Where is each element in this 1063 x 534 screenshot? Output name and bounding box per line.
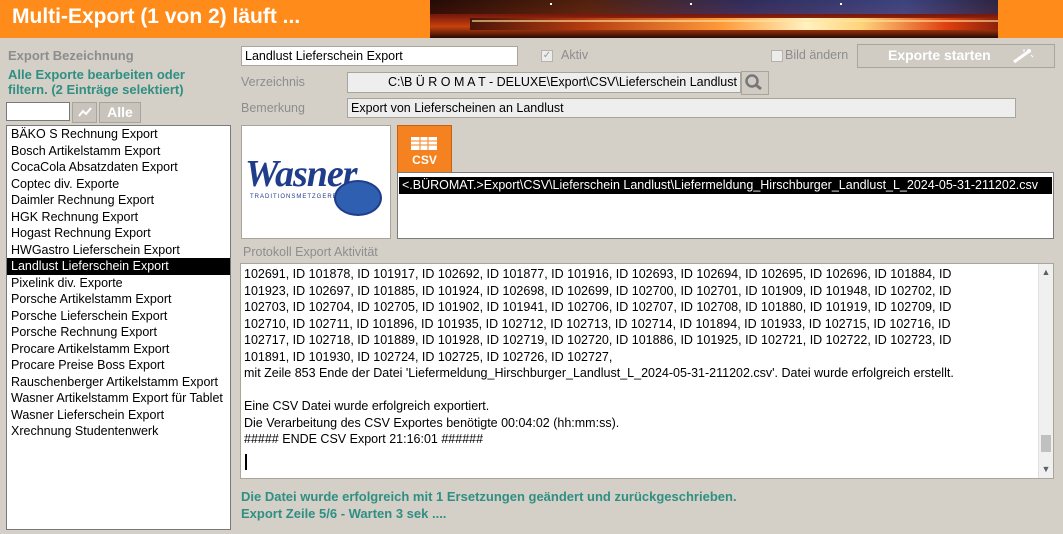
banner-line bbox=[472, 20, 1028, 22]
csv-icon-label: CSV bbox=[412, 153, 437, 167]
export-list-item[interactable]: Pixelink div. Exporte bbox=[7, 275, 230, 292]
export-list-item[interactable]: Hogast Rechnung Export bbox=[7, 225, 230, 242]
logo-seal-icon bbox=[334, 180, 382, 216]
export-list-item[interactable]: Bosch Artikelstamm Export bbox=[7, 143, 230, 160]
banner-spark bbox=[690, 3, 692, 5]
aktiv-label: Aktiv bbox=[561, 48, 589, 62]
export-list-item[interactable]: HWGastro Lieferschein Export bbox=[7, 242, 230, 259]
export-list-item[interactable]: Rauschenberger Artikelstamm Export bbox=[7, 374, 230, 391]
alle-button[interactable]: Alle bbox=[99, 102, 141, 123]
export-list-item[interactable]: Porsche Lieferschein Export bbox=[7, 308, 230, 325]
window-title: Multi-Export (1 von 2) läuft ... bbox=[12, 5, 301, 28]
export-note: Alle Exporte bearbeiten oder filtern. (2… bbox=[8, 67, 185, 97]
bild-label: Bild ändern bbox=[785, 48, 849, 62]
search-icon bbox=[745, 74, 762, 91]
text-cursor bbox=[245, 454, 247, 470]
export-list-item[interactable]: Daimler Rechnung Export bbox=[7, 192, 230, 209]
export-list-item[interactable]: CocaCola Absatzdaten Export bbox=[7, 159, 230, 176]
bild-checkbox[interactable] bbox=[771, 50, 783, 62]
banner-spark bbox=[840, 3, 842, 5]
export-list-item[interactable]: Landlust Lieferschein Export bbox=[7, 258, 230, 275]
scroll-down-icon[interactable]: ▼ bbox=[1039, 462, 1053, 476]
export-list-item[interactable]: Coptec div. Exporte bbox=[7, 176, 230, 193]
export-list-item[interactable]: BÄKO S Rechnung Export bbox=[7, 126, 230, 143]
status-line-1: Die Datei wurde erfolgreich mit 1 Ersetz… bbox=[241, 489, 737, 504]
protocol-scrollbar[interactable]: ▲ ▼ bbox=[1038, 264, 1053, 478]
banner-right-edge bbox=[998, 0, 1063, 38]
export-file-list[interactable]: <.BÜROMAT.>Export\CSV\Lieferschein Landl… bbox=[397, 172, 1054, 239]
export-list-item[interactable]: Xrechnung Studentenwerk bbox=[7, 423, 230, 440]
banner-image bbox=[430, 0, 1063, 38]
csv-file-icon[interactable]: CSV bbox=[397, 125, 452, 174]
chart-icon bbox=[77, 107, 92, 117]
exporte-starten-label: Exporte starten bbox=[888, 47, 991, 63]
magic-wand-icon bbox=[1013, 49, 1034, 64]
export-list-item[interactable]: Wasner Artikelstamm Export für Tablet bbox=[7, 390, 230, 407]
logo-subtitle: TRADITIONSMETZGEREI bbox=[250, 194, 341, 200]
export-file-entry[interactable]: <.BÜROMAT.>Export\CSV\Lieferschein Landl… bbox=[399, 177, 1052, 194]
export-list-item[interactable]: Procare Artikelstamm Export bbox=[7, 341, 230, 358]
export-image[interactable]: Wasner TRADITIONSMETZGEREI bbox=[241, 125, 391, 239]
protocol-text: 102691, ID 101878, ID 101917, ID 102692,… bbox=[244, 267, 954, 446]
verzeichnis-field[interactable]: C:\B Ü R O M A T - DELUXE\Export\CSV\Lie… bbox=[347, 72, 741, 93]
filter-input[interactable] bbox=[6, 102, 70, 121]
filter-button[interactable] bbox=[72, 102, 97, 123]
export-list-item[interactable]: Porsche Rechnung Export bbox=[7, 324, 230, 341]
protocol-label: Protokoll Export Aktivität bbox=[243, 245, 378, 259]
export-list-item[interactable]: Wasner Lieferschein Export bbox=[7, 407, 230, 424]
export-name-field[interactable]: Landlust Lieferschein Export bbox=[241, 46, 518, 66]
export-list[interactable]: BÄKO S Rechnung Export Bosch Artikelstamm… bbox=[6, 125, 231, 530]
export-list-item[interactable]: Procare Preise Boss Export bbox=[7, 357, 230, 374]
status-line-2: Export Zeile 5/6 - Warten 3 sek .... bbox=[241, 506, 447, 521]
scroll-up-icon[interactable]: ▲ bbox=[1039, 265, 1053, 279]
banner-sky bbox=[430, 0, 1063, 14]
browse-button[interactable] bbox=[741, 71, 769, 95]
spreadsheet-icon bbox=[411, 132, 437, 150]
exporte-starten-button[interactable]: Exporte starten bbox=[857, 44, 1055, 68]
protocol-log[interactable]: 102691, ID 101878, ID 101917, ID 102692,… bbox=[240, 263, 1054, 479]
export-heading: Export Bezeichnung bbox=[8, 48, 134, 63]
bemerkung-label: Bemerkung bbox=[241, 101, 305, 115]
bemerkung-field[interactable]: Export von Lieferscheinen an Landlust bbox=[347, 98, 1016, 118]
banner-spark bbox=[550, 3, 552, 5]
aktiv-checkbox[interactable]: ✓ bbox=[541, 50, 553, 62]
verzeichnis-label: Verzeichnis bbox=[241, 75, 305, 89]
scroll-thumb[interactable] bbox=[1041, 435, 1051, 452]
export-list-item[interactable]: HGK Rechnung Export bbox=[7, 209, 230, 226]
export-list-item[interactable]: Porsche Artikelstamm Export bbox=[7, 291, 230, 308]
